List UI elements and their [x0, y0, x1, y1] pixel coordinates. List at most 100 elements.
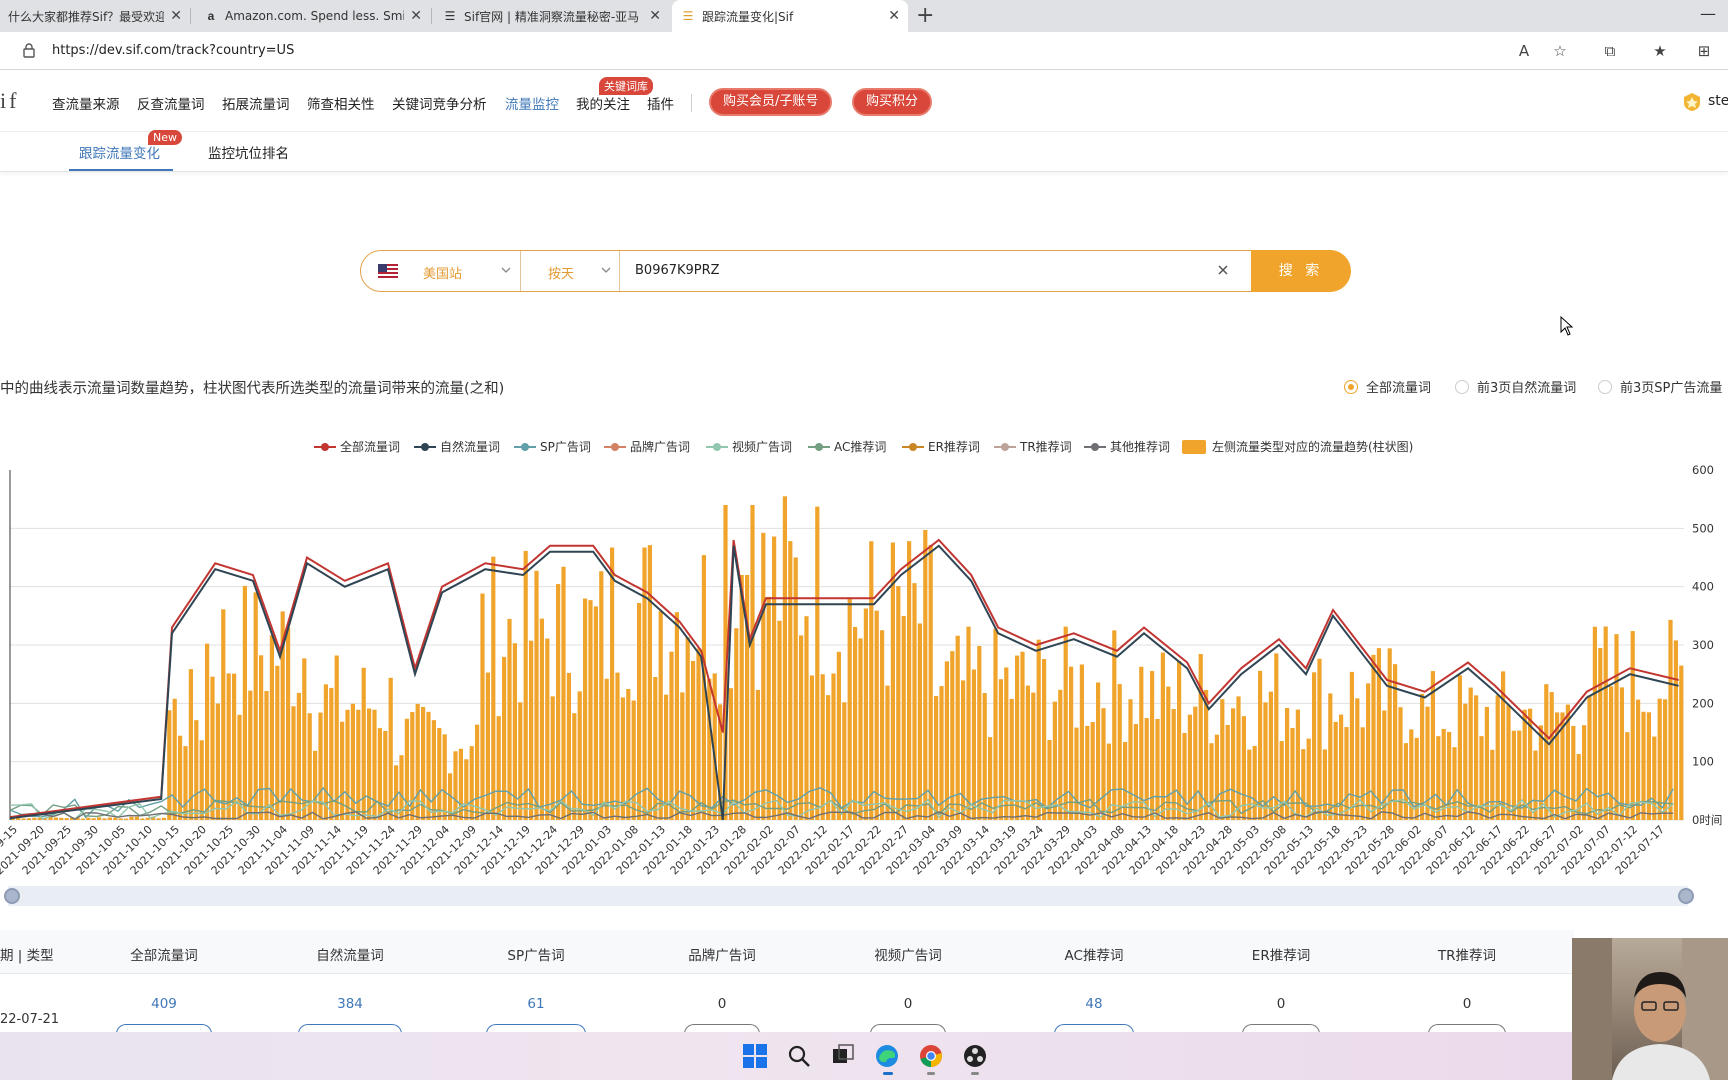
legend-tr-recommend[interactable]: TR推荐词: [994, 438, 1072, 455]
nav-item-my-follows[interactable]: 我的关注: [576, 93, 630, 113]
mode-select[interactable]: 按天: [521, 251, 620, 291]
close-icon[interactable]: [1215, 262, 1231, 278]
url-field[interactable]: https://dev.sif.com/track?country=US: [52, 43, 294, 58]
bar: [885, 685, 890, 820]
browser-tab-3[interactable]: ☰ Sif官网 | 精准洞察流量秘密-亚马 ✕: [434, 0, 669, 32]
legend-all-keywords[interactable]: 全部流量词: [314, 438, 400, 455]
nav-item-relevance[interactable]: 筛查相关性: [307, 93, 375, 113]
column-header[interactable]: SP广告词: [507, 944, 564, 964]
bar: [102, 818, 107, 820]
search-button[interactable]: 搜 索: [1251, 250, 1351, 292]
legend-ac-recommend[interactable]: AC推荐词: [808, 438, 886, 455]
column-header[interactable]: 品牌广告词: [688, 944, 756, 964]
radio-all-keywords[interactable]: 全部流量词: [1344, 377, 1431, 396]
chrome-icon[interactable]: [918, 1043, 944, 1069]
bar: [1614, 634, 1619, 820]
browser-tab-4[interactable]: ☰ 跟踪流量变化|Sif ✕: [672, 0, 908, 32]
site-logo[interactable]: if: [0, 88, 19, 114]
webcam-overlay: [1572, 938, 1728, 1080]
legend-other-recommend[interactable]: 其他推荐词: [1084, 438, 1170, 455]
bar: [1009, 698, 1014, 820]
obs-icon[interactable]: [962, 1043, 988, 1069]
new-badge: New: [148, 130, 182, 145]
legend-er-recommend[interactable]: ER推荐词: [902, 438, 980, 455]
nav-item-plugin[interactable]: 插件: [647, 93, 674, 113]
collections-icon[interactable]: ⊞: [1694, 41, 1714, 61]
task-view-icon[interactable]: [830, 1043, 856, 1069]
close-icon[interactable]: ✕: [888, 8, 900, 24]
bar: [1290, 728, 1295, 820]
radio-top3-sp[interactable]: 前3页SP广告流量: [1598, 377, 1722, 396]
bar: [183, 746, 188, 820]
legend-sp-ads[interactable]: SP广告词: [514, 438, 591, 455]
bar: [1452, 747, 1457, 820]
user-name[interactable]: ste: [1708, 93, 1728, 109]
close-icon[interactable]: ✕: [170, 8, 182, 24]
bar: [923, 530, 928, 820]
column-header[interactable]: 自然流量词: [316, 944, 384, 964]
bar: [1214, 734, 1219, 820]
column-header[interactable]: TR推荐词: [1438, 944, 1496, 964]
nav-item-traffic-monitor[interactable]: 流量监控: [505, 93, 559, 113]
nav-item-reverse-lookup[interactable]: 反查流量词: [137, 93, 205, 113]
nav-item-competition[interactable]: 关键词竞争分析: [392, 93, 487, 113]
buy-points-button[interactable]: 购买积分: [852, 88, 933, 116]
tab-track-traffic[interactable]: 跟踪流量变化: [79, 142, 160, 162]
favorite-add-icon[interactable]: ☆: [1550, 41, 1570, 61]
table-cell[interactable]: 384: [337, 996, 363, 1012]
table-cell[interactable]: 48: [1085, 996, 1102, 1012]
extensions-icon[interactable]: ⧉: [1600, 41, 1620, 61]
legend-marker: [514, 442, 536, 451]
table-cell[interactable]: 409: [151, 996, 177, 1012]
favorites-icon[interactable]: ★: [1650, 41, 1670, 61]
tab-monitor-rank[interactable]: 监控坑位排名: [208, 142, 289, 162]
bar: [1036, 639, 1041, 820]
table-cell[interactable]: 61: [527, 996, 544, 1012]
column-header[interactable]: 全部流量词: [130, 944, 198, 964]
new-tab-icon[interactable]: +: [916, 4, 934, 28]
keyword-library-badge[interactable]: 关键词库: [599, 77, 653, 95]
browser-tab-2[interactable]: a Amazon.com. Spend less. Smile ✕: [195, 0, 430, 32]
radio-top3-native[interactable]: 前3页自然流量词: [1455, 377, 1576, 396]
site-select[interactable]: 美国站: [361, 251, 521, 291]
bar: [161, 817, 166, 820]
legend-video-ads[interactable]: 视频广告词: [706, 438, 792, 455]
bar: [475, 724, 480, 820]
bar: [442, 734, 447, 820]
legend-brand-ads[interactable]: 品牌广告词: [604, 438, 690, 455]
column-header: 期 | 类型: [0, 948, 54, 964]
search-icon[interactable]: [786, 1043, 812, 1069]
zoom-slider-handle-right[interactable]: [1678, 888, 1694, 904]
bar: [1252, 745, 1257, 820]
bar: [907, 541, 912, 820]
search-input[interactable]: B0967K9PRZ: [635, 263, 720, 278]
browser-tab-1[interactable]: 什么大家都推荐Sif？最受欢迎 ✕: [0, 0, 190, 32]
read-aloud-icon[interactable]: A: [1514, 41, 1534, 61]
legend-marker: [902, 442, 924, 451]
column-header[interactable]: 视频广告词: [874, 944, 942, 964]
legend-label: 其他推荐词: [1110, 440, 1171, 454]
zoom-slider[interactable]: [8, 886, 1688, 906]
bar: [296, 692, 301, 820]
zoom-slider-handle-left[interactable]: [4, 888, 20, 904]
minimize-icon[interactable]: —: [1700, 4, 1716, 23]
legend-native-keywords[interactable]: 自然流量词: [414, 438, 500, 455]
close-icon[interactable]: ✕: [410, 8, 422, 24]
legend-bar-trend[interactable]: 左侧流量类型对应的流量趋势(柱状图): [1182, 438, 1413, 455]
nav-item-expand-keywords[interactable]: 拓展流量词: [222, 93, 290, 113]
edge-browser-icon[interactable]: [874, 1043, 900, 1069]
column-header[interactable]: AC推荐词: [1065, 944, 1124, 964]
legend-label: ER推荐词: [928, 440, 980, 454]
buy-membership-button[interactable]: 购买会员/子账号: [709, 88, 833, 116]
bar: [853, 626, 858, 820]
bar: [1155, 718, 1160, 820]
nav-item-traffic-source[interactable]: 查流量来源: [52, 93, 120, 113]
bar: [750, 505, 755, 820]
close-icon[interactable]: ✕: [649, 8, 661, 24]
column-header[interactable]: ER推荐词: [1252, 944, 1310, 964]
bar: [1187, 714, 1192, 820]
bar: [1225, 724, 1230, 820]
bar: [1236, 696, 1241, 820]
bar: [86, 817, 91, 820]
windows-start-icon[interactable]: [742, 1043, 768, 1069]
